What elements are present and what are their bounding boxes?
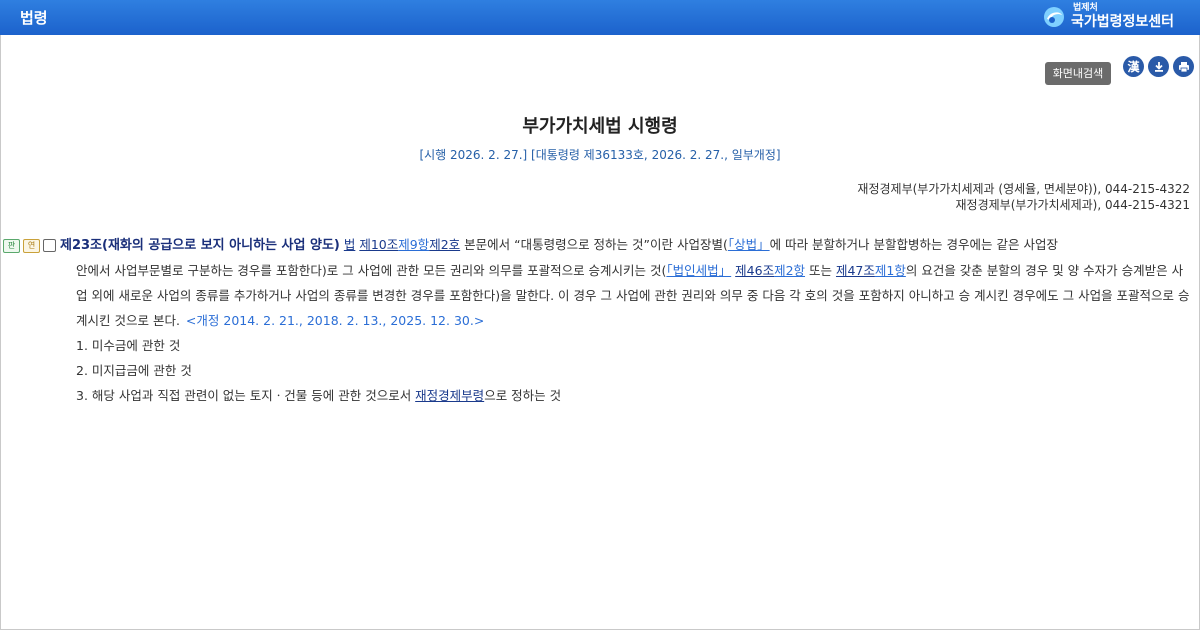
hanja-button[interactable]: 漢 [1123,56,1144,77]
article-text-1: 본문에서 “대통령령으로 정하는 것”이란 사업장별( [460,237,728,252]
article-title: 제23조(재화의 공급으로 보지 아니하는 사업 양도) [60,238,340,253]
moleg-logo[interactable]: 법제처 국가법령정보센터 [1042,4,1174,29]
item-2: 2. 미지급금에 관한 것 [76,363,192,378]
logo-swirl-icon [1043,6,1064,27]
law-meta: [시행 2026. 2. 27.] [대통령령 제36133호, 2026. 2… [419,148,781,162]
link-commercial-act[interactable]: 「상법」 [728,237,770,252]
history-badge[interactable]: 연 [23,238,40,253]
amendment-history: <개정 2014. 2. 21., 2018. 2. 13., 2025. 12… [185,313,485,328]
link-article-46[interactable]: 제46조 [735,263,774,278]
item-3-text-pre: 3. 해당 사업과 직접 관련이 없는 토지ㆍ건물 등에 관한 것으로서 [76,388,416,403]
item-3-text-post: 으로 정하는 것 [484,388,562,403]
department-contact: 재정경제부(부가가치세제과 (영세율, 면세분야)), 044-215-4322… [857,181,1190,213]
article-text-3: 안에서 사업부문별로 구분하는 경우를 포함한다)로 그 사업에 관한 모든 권… [76,263,667,278]
item-3: 3. 해당 사업과 직접 관련이 없는 토지ㆍ건물 등에 관한 것으로서 재정경… [76,383,1193,408]
link-ministry-ordinance[interactable]: 재정경제부령 [415,388,484,403]
item-1: 1. 미수금에 관한 것 [76,338,181,353]
link-article-10[interactable]: 제10조 [359,237,398,252]
article-text-2: 에 따라 분할하거나 분할합병하는 경우에는 같은 사업장 [769,237,1058,252]
link-corporate-tax-act[interactable]: 「법인세법」 [666,263,731,278]
law-title: 부가가치세법 시행령 [522,116,678,137]
link-paragraph-2[interactable]: 제2항 [774,263,805,278]
screen-search-button[interactable]: 화면내검색 [1045,62,1111,85]
article-text-5: 의 요건을 갖춘 분할의 경우 및 양 [905,263,1080,278]
link-paragraph-1[interactable]: 제1항 [875,263,906,278]
hanja-icon: 漢 [1127,60,1140,74]
link-item-2[interactable]: 제2호 [429,237,460,252]
print-button[interactable] [1173,56,1194,77]
dept-line-2: 재정경제부(부가가치세제과), 044-215-4321 [955,198,1190,212]
article-checkbox[interactable] [43,239,56,252]
download-button[interactable] [1148,56,1169,77]
link-article-47[interactable]: 제47조 [836,263,875,278]
article-items: 1. 미수금에 관한 것 2. 미지급금에 관한 것 3. 해당 사업과 직접 … [3,333,1193,408]
article-23: 판 연 제23조(재화의 공급으로 보지 아니하는 사업 양도) 법 제10조제9항… [3,232,1193,408]
download-icon [1154,61,1163,72]
dept-line-1: 재정경제부(부가가치세제과 (영세율, 면세분야)), 044-215-4322 [857,182,1190,196]
logo-sub-text: 법제처 [1072,3,1098,13]
print-icon [1178,61,1189,72]
top-bar: 법령 법제처 국가법령정보센터 [0,0,1200,35]
logo-main-text: 국가법령정보센터 [1070,14,1174,30]
article-text-4: 또는 [805,263,836,278]
link-law[interactable]: 법 [344,237,356,252]
link-paragraph-9[interactable]: 제9항 [398,237,429,252]
top-bar-title: 법령 [20,9,48,27]
precedent-badge[interactable]: 판 [3,238,20,253]
